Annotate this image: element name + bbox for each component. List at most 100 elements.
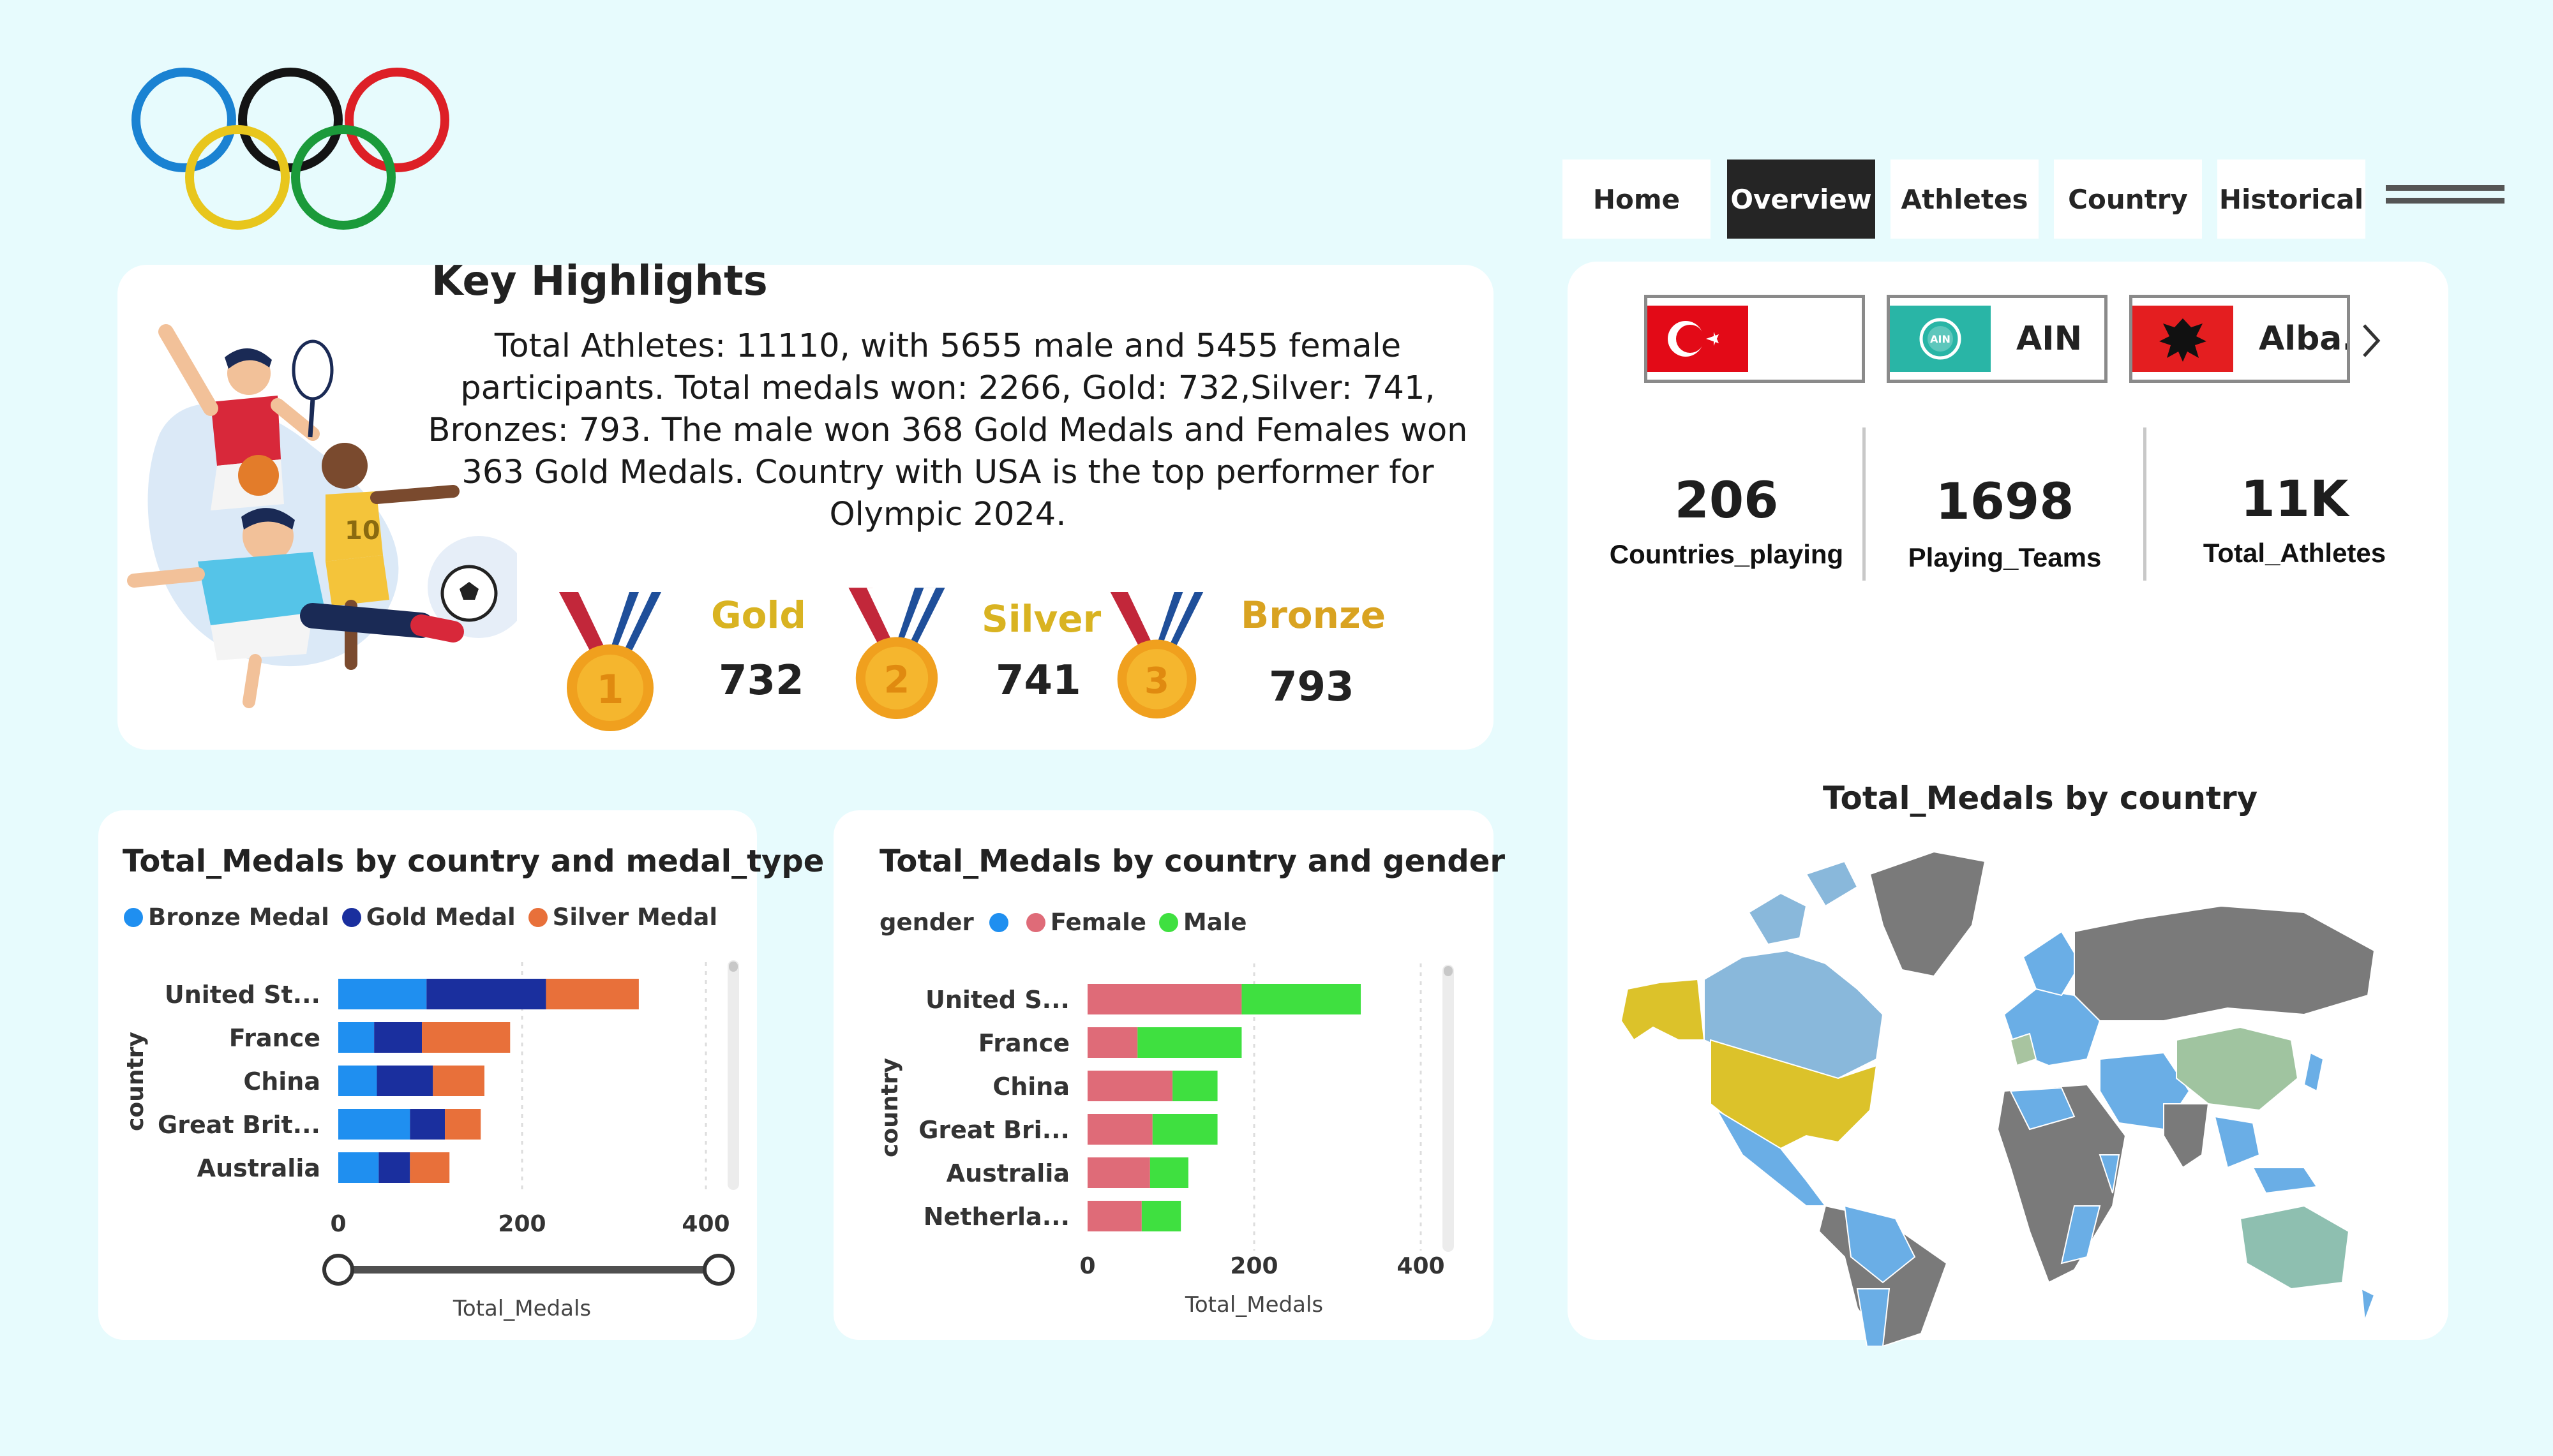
bar-segment[interactable]	[445, 1109, 481, 1140]
legend-label: Male	[1183, 909, 1247, 936]
bar-segment[interactable]	[1088, 1114, 1153, 1145]
bar-segment[interactable]	[1241, 984, 1361, 1014]
bar-segment[interactable]	[1088, 1157, 1150, 1188]
world-medals-map[interactable]	[1615, 849, 2381, 1346]
nav-historical[interactable]: Historical	[2217, 160, 2365, 239]
y-axis-label: country	[877, 1058, 903, 1157]
silver-medal-icon: 2	[848, 588, 945, 719]
bar-segment[interactable]	[546, 979, 639, 1009]
kpi-divider	[1862, 427, 1866, 581]
gold-value: 732	[719, 657, 804, 704]
turkey-flag-icon	[1647, 306, 1748, 372]
medal-type-legend: Bronze Medal Gold Medal Silver Medal	[124, 903, 730, 931]
menu-icon[interactable]	[2386, 185, 2504, 213]
legend-bronze-medal[interactable]: Bronze Medal	[124, 903, 329, 931]
bar-segment[interactable]	[338, 1022, 375, 1053]
medal-type-chart-title: Total_Medals by country and medal_type	[123, 843, 825, 879]
category-label: United St...	[165, 981, 320, 1009]
x-tick-label: 0	[1079, 1253, 1095, 1279]
bar-segment[interactable]	[338, 1066, 377, 1096]
category-label: Great Brit...	[158, 1111, 320, 1139]
category-label: Australia	[197, 1154, 320, 1182]
legend-label: Bronze Medal	[148, 903, 329, 931]
bar-segment[interactable]	[378, 1152, 410, 1183]
nav-athletes[interactable]: Athletes	[1890, 160, 2039, 239]
x-tick-label: 200	[498, 1211, 546, 1237]
x-tick-label: 400	[1396, 1253, 1444, 1279]
bronze-label: Bronze	[1241, 593, 1386, 637]
bar-segment[interactable]	[377, 1066, 433, 1096]
x-axis-label: Total_Medals	[453, 1296, 591, 1321]
bar-segment[interactable]	[426, 979, 546, 1009]
playing-teams-value: 1698	[1935, 473, 2074, 531]
svg-text:10: 10	[345, 516, 380, 546]
bronze-value: 793	[1269, 664, 1354, 711]
albania-flag-icon	[2132, 306, 2233, 372]
category-label: China	[243, 1067, 320, 1096]
silver-medal-number: 2	[884, 658, 910, 701]
bar-segment[interactable]	[1172, 1071, 1218, 1101]
x-axis-label: Total_Medals	[1185, 1292, 1323, 1318]
gender-bar-chart[interactable]: United S... France China Great Bri... Austra…	[834, 951, 1494, 1340]
legend-label: Female	[1050, 909, 1146, 936]
gold-medal-number: 1	[596, 666, 624, 713]
ain-flag-icon: AIN	[1890, 306, 1991, 372]
bar-segment[interactable]	[1088, 1071, 1173, 1101]
bar-segment[interactable]	[410, 1152, 450, 1183]
x-tick-label: 200	[1230, 1253, 1278, 1279]
bronze-medal-swatch	[124, 907, 143, 927]
scrollbar-thumb[interactable]	[1444, 966, 1453, 976]
country-tile-name: Alba...	[2259, 320, 2347, 358]
playing-teams-label: Playing_Teams	[1908, 542, 2102, 572]
x-range-slider-max-handle[interactable]	[703, 1254, 735, 1286]
legend-gold-medal[interactable]: Gold Medal	[341, 903, 516, 931]
countries-playing-value: 206	[1674, 472, 1779, 530]
country-tile-ain[interactable]: AIN AIN	[1887, 295, 2108, 383]
bar-segment[interactable]	[338, 1152, 379, 1183]
category-label: China	[992, 1073, 1070, 1101]
bar-segment[interactable]	[1141, 1201, 1181, 1231]
bar-segment[interactable]	[410, 1109, 445, 1140]
country-tile-turkey[interactable]	[1644, 295, 1865, 383]
bar-segment[interactable]	[338, 979, 427, 1009]
nav-country[interactable]: Country	[2054, 160, 2202, 239]
medal-type-bar-chart[interactable]: United St... France China Great Brit... Aust…	[98, 951, 757, 1340]
bar-segment[interactable]	[1152, 1114, 1218, 1145]
bar-segment[interactable]	[1088, 1027, 1138, 1058]
bar-segment[interactable]	[422, 1022, 511, 1053]
male-swatch	[1158, 912, 1178, 932]
nav-home[interactable]: Home	[1562, 160, 1711, 239]
bar-segment[interactable]	[1088, 1201, 1142, 1231]
total-athletes-value: 11K	[2240, 471, 2349, 528]
bar-segment[interactable]	[1088, 984, 1242, 1014]
x-tick-label: 400	[682, 1211, 730, 1237]
category-label: Netherla...	[924, 1203, 1070, 1231]
legend-blank-gender[interactable]	[989, 912, 1014, 932]
female-swatch	[1026, 912, 1045, 932]
nav-overview[interactable]: Overview	[1727, 160, 1875, 239]
country-tile-albania[interactable]: Alba...	[2129, 295, 2350, 383]
x-range-slider-min-handle[interactable]	[322, 1254, 354, 1286]
blank-gender-swatch	[989, 912, 1008, 932]
legend-male[interactable]: Male	[1158, 909, 1247, 936]
bar-segment[interactable]	[374, 1022, 423, 1053]
legend-female[interactable]: Female	[1026, 909, 1146, 936]
legend-title: gender	[880, 909, 974, 936]
bronze-medal-icon: 3	[1110, 592, 1204, 719]
silver-medal-swatch	[528, 907, 548, 927]
legend-label: Silver Medal	[552, 903, 718, 931]
bar-segment[interactable]	[1149, 1157, 1188, 1188]
olympic-rings-logo	[131, 68, 449, 230]
gold-medal-icon: 1	[559, 592, 661, 731]
vertical-scrollbar[interactable]	[728, 960, 739, 1190]
chevron-right-icon[interactable]	[2362, 323, 2381, 359]
legend-silver-medal[interactable]: Silver Medal	[528, 903, 717, 931]
vertical-scrollbar[interactable]	[1442, 965, 1454, 1252]
map-title: Total_Medals by country	[1823, 780, 2258, 817]
bar-segment[interactable]	[433, 1066, 484, 1096]
bar-segment[interactable]	[1137, 1027, 1242, 1058]
bar-segment[interactable]	[338, 1109, 410, 1140]
scrollbar-thumb[interactable]	[729, 962, 738, 972]
legend-label: Gold Medal	[366, 903, 516, 931]
total-athletes-label: Total_Athletes	[2203, 538, 2386, 568]
